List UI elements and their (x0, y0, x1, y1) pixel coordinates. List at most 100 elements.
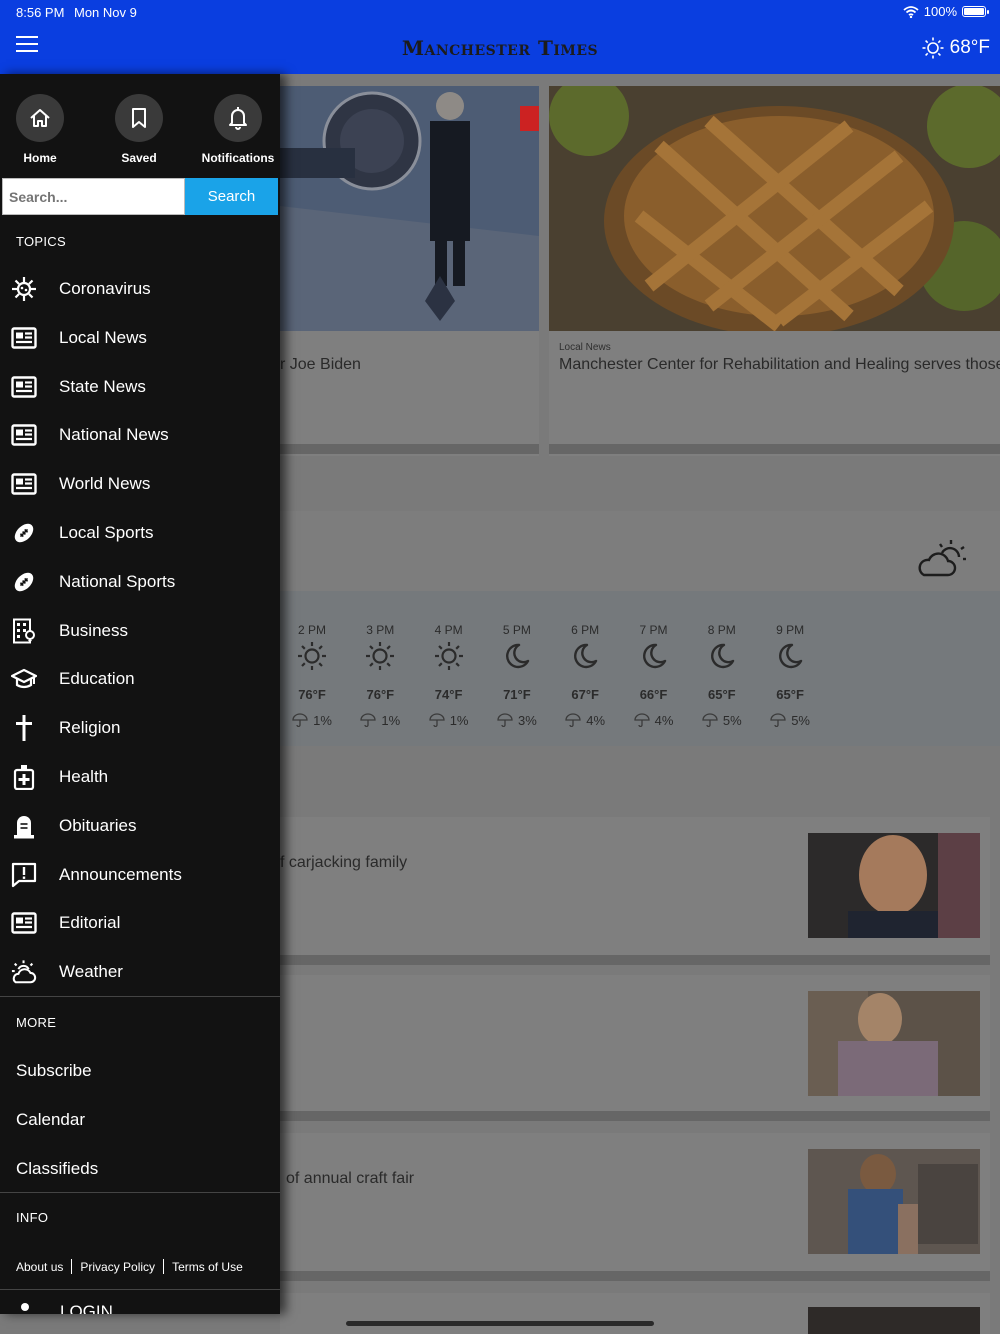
newspaper-icon (11, 374, 37, 400)
sun-icon (365, 641, 395, 671)
topic-world-news[interactable]: World News (0, 462, 280, 506)
precip-value: 4% (586, 713, 606, 728)
quick-link-notifications[interactable]: Notifications (188, 94, 280, 165)
umbrella-icon (429, 713, 445, 730)
topic-local-news[interactable]: Local News (0, 316, 280, 360)
app-logo[interactable]: Manchester Times (0, 36, 1000, 60)
home-icon (16, 94, 64, 142)
card-divider (280, 444, 539, 454)
home-indicator[interactable] (346, 1321, 654, 1326)
forecast-time: 9 PM (776, 623, 805, 637)
topic-local-sports[interactable]: Local Sports (0, 511, 280, 555)
more-item-classifieds[interactable]: Classifieds (16, 1159, 98, 1179)
topic-obituaries[interactable]: Obituaries (0, 804, 280, 848)
moon-icon (639, 641, 669, 671)
topic-label: Obituaries (59, 815, 137, 835)
headstone-icon (11, 813, 37, 839)
article-category[interactable]: Local News (559, 342, 611, 353)
graduation-cap-icon (11, 666, 37, 692)
forecast-time: 8 PM (707, 623, 736, 637)
forecast-precip: 3% (487, 713, 547, 730)
topic-health[interactable]: Health (0, 755, 280, 799)
newspaper-icon (11, 471, 37, 497)
list-item[interactable]: f carjacking family (280, 817, 990, 955)
more-item-calendar[interactable]: Calendar (16, 1110, 85, 1130)
more-item-subscribe[interactable]: Subscribe (16, 1061, 92, 1081)
topic-state-news[interactable]: State News (0, 365, 280, 409)
status-indicators: 100% (903, 4, 989, 19)
article-title[interactable]: Manchester Center for Rehabilitation and… (559, 356, 1000, 374)
building-icon (11, 618, 37, 644)
forecast-temp: 74°F (434, 687, 463, 702)
list-item-title[interactable]: of annual craft fair (286, 1170, 414, 1188)
status-date: Mon Nov 9 (74, 5, 137, 20)
bookmark-icon (115, 94, 163, 142)
topic-announcements[interactable]: Announcements (0, 853, 280, 897)
weather-icon (11, 959, 37, 985)
current-weather[interactable]: 68°F (922, 37, 990, 59)
precip-value: 1% (313, 713, 332, 728)
search-button[interactable]: Search (185, 178, 278, 215)
list-item-title[interactable]: f carjacking family (280, 854, 407, 872)
partly-cloudy-icon (918, 540, 966, 577)
list-item[interactable]: of annual craft fair (280, 1133, 990, 1271)
link-separator (163, 1259, 165, 1274)
quick-link-saved[interactable]: Saved (89, 94, 189, 165)
forecast-temp: 71°F (503, 687, 531, 702)
quick-link-label: Notifications (201, 151, 275, 165)
topic-label: Education (59, 669, 135, 689)
quick-link-home[interactable]: Home (0, 94, 90, 165)
topic-business[interactable]: Business (0, 609, 280, 653)
moon-icon (775, 641, 805, 671)
list-item[interactable] (280, 975, 990, 1111)
card-divider (280, 955, 990, 965)
topic-religion[interactable]: Religion (0, 706, 280, 750)
list-item-image (808, 991, 980, 1096)
terms-of-use-link[interactable]: Terms of Use (172, 1260, 243, 1274)
forecast-precip: 4% (624, 713, 684, 730)
about-us-link[interactable]: About us (16, 1260, 63, 1274)
forecast-time: 5 PM (502, 623, 531, 637)
divider (0, 996, 280, 997)
topic-national-news[interactable]: National News (0, 413, 280, 457)
umbrella-icon (702, 713, 718, 730)
forecast-precip: 1% (419, 713, 479, 730)
article-card[interactable]: Local News Manchester Center for Rehabil… (549, 86, 1000, 456)
article-image (549, 86, 1000, 331)
forecast-time: 3 PM (366, 623, 395, 637)
forecast-time: 6 PM (571, 623, 600, 637)
forecast-time: 7 PM (639, 623, 668, 637)
topic-editorial[interactable]: Editorial (0, 901, 280, 945)
forecast-temp: 65°F (707, 687, 736, 702)
football-icon (11, 520, 37, 546)
umbrella-icon (497, 713, 513, 730)
article-card[interactable]: r Joe Biden (280, 86, 539, 456)
moon-icon (502, 641, 532, 671)
info-heading: INFO (16, 1210, 49, 1225)
topic-weather[interactable]: Weather (0, 950, 280, 994)
topic-coronavirus[interactable]: Coronavirus (0, 267, 280, 311)
topic-label: Coronavirus (59, 279, 151, 298)
hourly-forecast-card[interactable]: 2 PM 76°F 1% 3 PM 76°F 1% 4 PM 74°F 1% 5 PM 71°F 3%… (280, 511, 1000, 746)
topic-national-sports[interactable]: National Sports (0, 560, 280, 604)
article-title[interactable]: r Joe Biden (280, 356, 361, 374)
list-item-image (808, 1307, 980, 1334)
forecast-temp: 65°F (776, 687, 804, 702)
forecast-temp: 76°F (298, 687, 326, 702)
navigation-drawer: Home Saved Notifications Search TOPICS C… (0, 74, 280, 1314)
list-item[interactable] (280, 1293, 990, 1334)
newspaper-icon (11, 422, 37, 448)
topic-label: Health (59, 767, 109, 786)
forecast-time: 4 PM (434, 623, 463, 637)
login-button[interactable]: LOGIN (16, 1302, 113, 1314)
search-input[interactable] (2, 178, 185, 215)
umbrella-icon (633, 713, 650, 730)
forecast-temp: 67°F (571, 687, 599, 702)
forecast-precip: 5% (692, 713, 752, 730)
card-divider (549, 444, 1000, 454)
privacy-policy-link[interactable]: Privacy Policy (80, 1260, 155, 1274)
topic-education[interactable]: Education (0, 657, 280, 701)
topic-label: Local Sports (59, 523, 154, 542)
quick-link-label: Saved (121, 151, 157, 165)
status-time: 8:56 PM (16, 5, 65, 20)
